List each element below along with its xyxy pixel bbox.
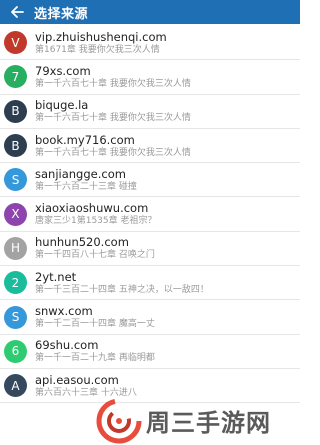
source-list-item[interactable]: 2 2yt.net 第一千三百二十四章 五神之决，以一敌四！ <box>0 266 300 301</box>
source-avatar: V <box>4 31 27 55</box>
latest-chapter: 第一千四百八十七章 召唤之门 <box>35 250 155 261</box>
source-list-item[interactable]: Hhunhun520.com 第一千四百八十七章 召唤之门 <box>0 232 300 267</box>
source-avatar: B <box>4 99 27 123</box>
source-text-block: api.easou.com 第六百六十三章 十六进八 <box>35 373 137 399</box>
source-text-block: sanjiangge.com 第一千六百二十三章 碰撞 <box>35 167 137 193</box>
source-name: snwx.com <box>35 304 93 319</box>
latest-chapter: 第1671章 我要你欠我三次人情 <box>35 44 160 55</box>
source-text-block: 69shu.com 第一千一百二十九章 再临明都 <box>35 338 155 364</box>
latest-chapter: 第一千六百七十章 我要你欠我三次人情 <box>35 113 191 124</box>
source-list-item[interactable]: Vvip.zhuishushenqi.com 第1671章 我要你欠我三次人情 <box>0 26 300 61</box>
source-name: 2yt.net <box>35 269 77 284</box>
source-name: api.easou.com <box>35 372 119 387</box>
latest-chapter: 第一千二百一十四章 魔高一丈 <box>35 319 155 330</box>
source-text-block: 2yt.net 第一千三百二十四章 五神之决，以一敌四！ <box>35 270 209 296</box>
source-avatar: 7 <box>4 65 27 89</box>
source-name: sanjiangge.com <box>35 166 126 181</box>
source-list-item[interactable]: 6 69shu.com 第一千一百二十九章 再临明都 <box>0 335 300 369</box>
source-avatar: B <box>4 134 27 158</box>
latest-chapter: 第一千三百二十四章 五神之决，以一敌四！ <box>35 284 209 295</box>
latest-chapter: 第一千六百二十三章 碰撞 <box>35 181 137 192</box>
source-text-block: book.my716.com 第一千六百七十章 我要你欠我三次人情 <box>35 133 191 159</box>
latest-chapter: 唐家三少1第1535章 老祖宗？ <box>35 216 157 227</box>
latest-chapter: 第一千一百二十九章 再临明都 <box>35 353 155 364</box>
app-bar: 选择来源 <box>0 0 300 24</box>
source-list-item[interactable]: Bbook.my716.com 第一千六百七十章 我要你欠我三次人情 <box>0 129 300 164</box>
source-text-block: snwx.com 第一千二百一十四章 魔高一丈 <box>35 304 155 330</box>
source-list: Vvip.zhuishushenqi.com 第1671章 我要你欠我三次人情 7 7… <box>0 26 300 404</box>
source-name: 69shu.com <box>35 338 99 353</box>
source-avatar: H <box>4 236 27 260</box>
back-button[interactable] <box>6 0 28 24</box>
source-name: 79xs.com <box>35 63 91 78</box>
latest-chapter: 第一千六百七十章 我要你欠我三次人情 <box>35 147 191 158</box>
source-avatar: S <box>4 168 27 192</box>
swirl-logo-icon <box>96 398 142 443</box>
source-avatar: X <box>4 202 27 226</box>
source-avatar: S <box>4 305 27 329</box>
source-name: biquge.la <box>35 98 89 113</box>
source-name: vip.zhuishushenqi.com <box>35 29 167 44</box>
source-avatar: A <box>4 374 27 398</box>
source-avatar: 6 <box>4 339 27 363</box>
source-list-item[interactable]: Bbiquge.la 第一千六百七十章 我要你欠我三次人情 <box>0 95 300 129</box>
source-text-block: xiaoxiaoshuwu.com 唐家三少1第1535章 老祖宗？ <box>35 201 157 227</box>
source-list-item[interactable]: 7 79xs.com 第一千六百七十章 我要你欠我三次人情 <box>0 60 300 95</box>
watermark: 周三手游网 <box>96 396 300 445</box>
source-name: hunhun520.com <box>35 235 129 250</box>
arrow-left-icon <box>11 6 24 18</box>
source-text-block: 79xs.com 第一千六百七十章 我要你欠我三次人情 <box>35 64 191 90</box>
source-list-item[interactable]: Xxiaoxiaoshuwu.com 唐家三少1第1535章 老祖宗？ <box>0 197 300 232</box>
source-avatar: 2 <box>4 271 27 295</box>
source-text-block: biquge.la 第一千六百七十章 我要你欠我三次人情 <box>35 98 191 124</box>
page-title: 选择来源 <box>34 6 89 22</box>
source-text-block: hunhun520.com 第一千四百八十七章 召唤之门 <box>35 235 155 261</box>
source-text-block: vip.zhuishushenqi.com 第1671章 我要你欠我三次人情 <box>35 30 167 56</box>
source-name: xiaoxiaoshuwu.com <box>35 201 149 216</box>
source-list-item[interactable]: Ssnwx.com 第一千二百一十四章 魔高一丈 <box>0 300 300 335</box>
watermark-text: 周三手游网 <box>146 409 271 437</box>
source-name: book.my716.com <box>35 132 135 147</box>
source-list-item[interactable]: Ssanjiangge.com 第一千六百二十三章 碰撞 <box>0 163 300 198</box>
latest-chapter: 第一千六百七十章 我要你欠我三次人情 <box>35 78 191 89</box>
